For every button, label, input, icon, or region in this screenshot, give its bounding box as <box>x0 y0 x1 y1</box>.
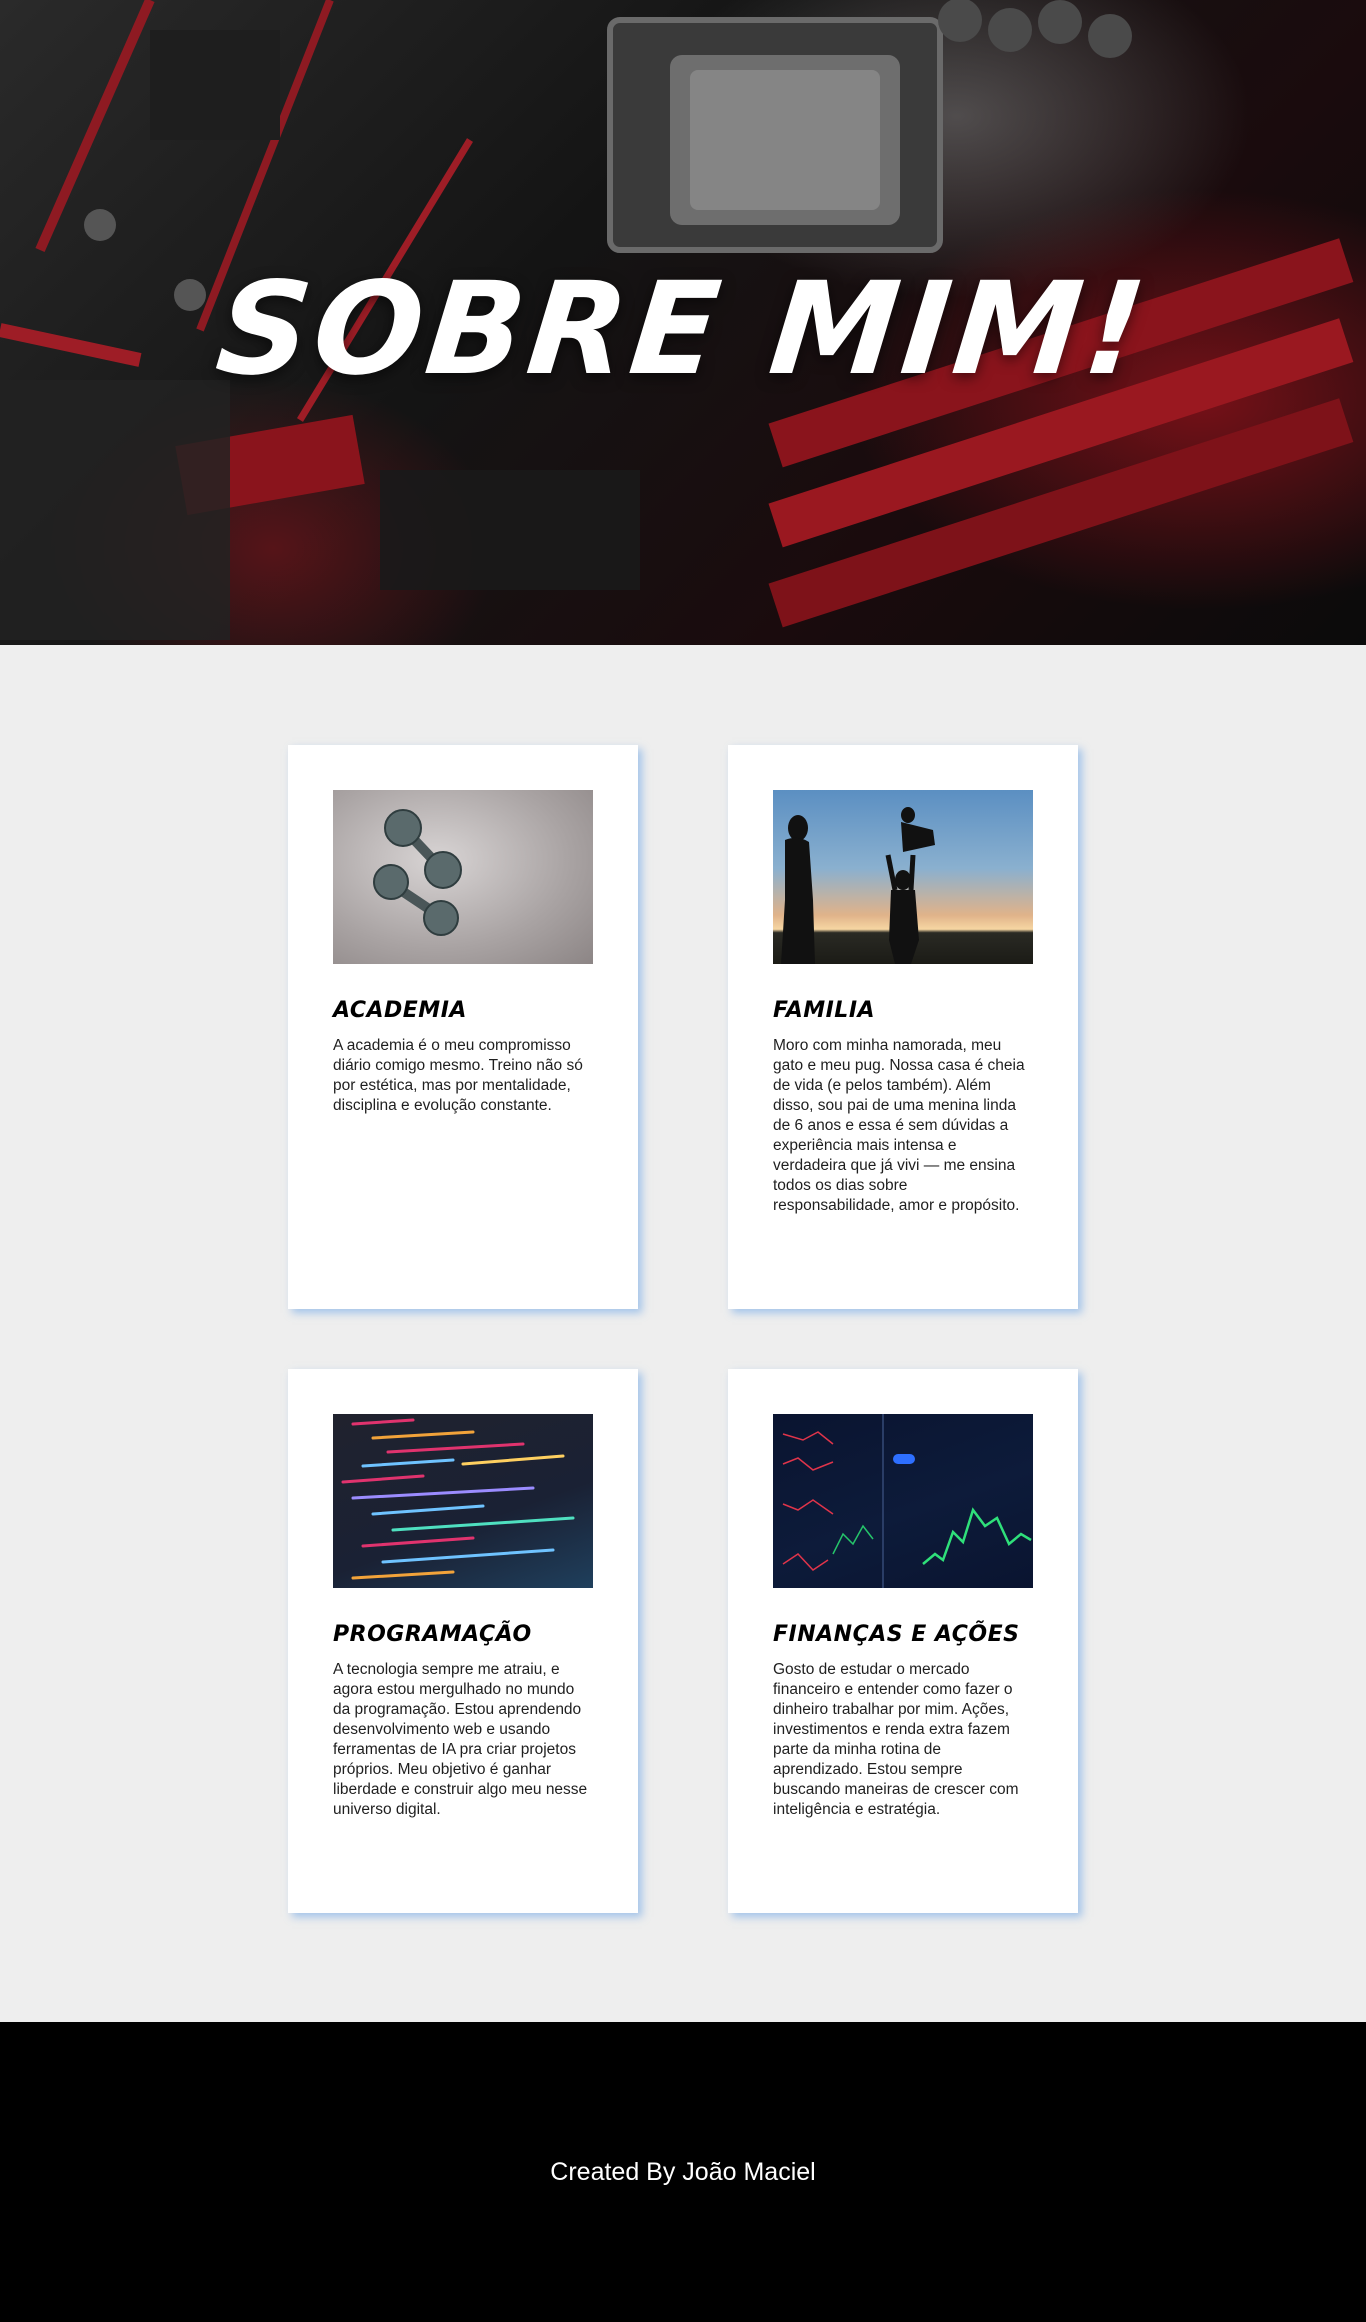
card-text: A academia é o meu compromisso diário co… <box>333 1037 583 1114</box>
footer-credit: Created By João Maciel <box>550 2157 816 2186</box>
page-footer: Created By João Maciel <box>0 2022 1366 2322</box>
card-text: A tecnologia sempre me atraiu, e agora e… <box>333 1661 588 1818</box>
about-cards-grid: ACADEMIA A academia é o meu compromisso … <box>288 745 1078 1913</box>
card-academia: ACADEMIA A academia é o meu compromisso … <box>288 745 638 1309</box>
card-title: PROGRAMAÇÃO <box>333 1622 532 1647</box>
card-title: ACADEMIA <box>333 998 467 1023</box>
stock-chart-image <box>773 1414 1033 1588</box>
page-title: SOBRE MIM! <box>210 255 1156 404</box>
code-screen-image <box>333 1414 593 1588</box>
card-text: Moro com minha namorada, meu gato e meu … <box>773 1037 1025 1214</box>
card-title: FINANÇAS E AÇÕES <box>773 1622 1020 1647</box>
dumbbells-image <box>333 790 593 964</box>
card-title: FAMILIA <box>773 998 876 1023</box>
hero-banner: SOBRE MIM! <box>0 0 1366 645</box>
card-familia: FAMILIA Moro com minha namorada, meu gat… <box>728 745 1078 1309</box>
family-silhouette-image <box>773 790 1033 964</box>
card-financas: FINANÇAS E AÇÕES Gosto de estudar o merc… <box>728 1369 1078 1913</box>
card-programacao: PROGRAMAÇÃO A tecnologia sempre me atrai… <box>288 1369 638 1913</box>
card-text: Gosto de estudar o mercado financeiro e … <box>773 1661 1019 1818</box>
